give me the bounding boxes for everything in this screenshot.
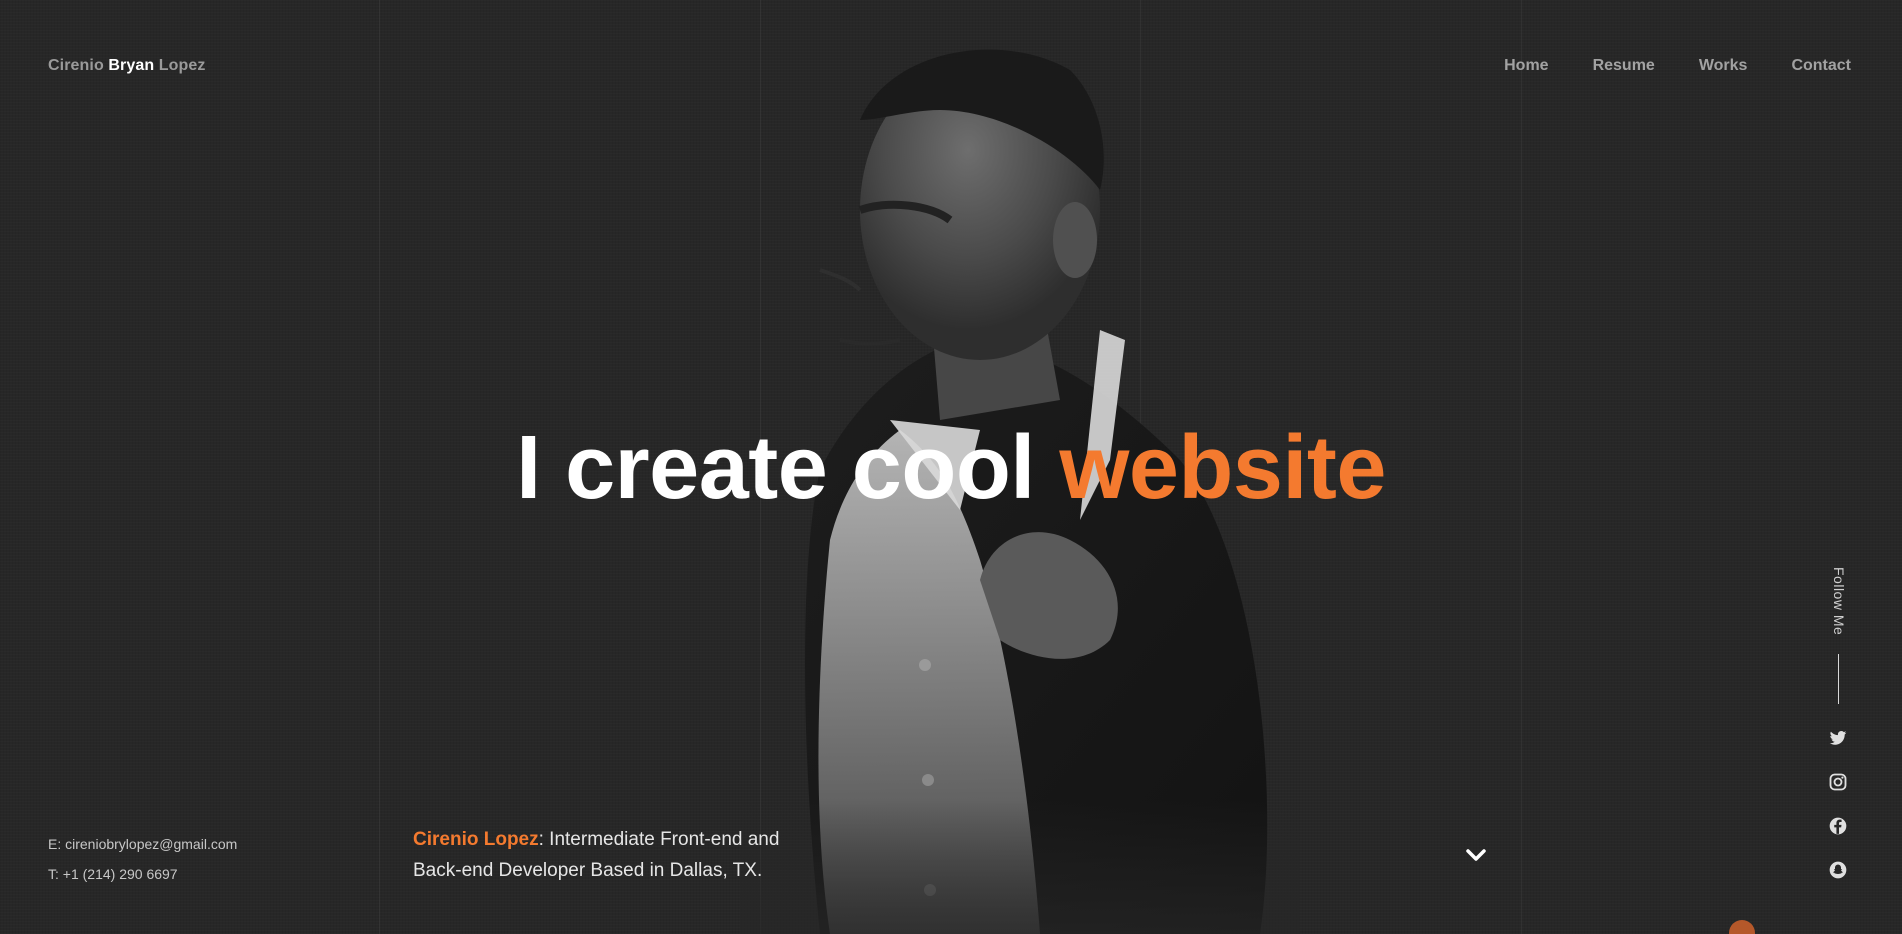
nav-contact-link[interactable]: Contact	[1791, 57, 1851, 75]
hero-accent-word: website	[1059, 418, 1386, 518]
hero-text: I create cool	[516, 418, 1035, 518]
site-logo[interactable]: Cirenio Bryan Lopez	[48, 57, 206, 75]
contact-info: E: cireniobrylopez@gmail.com T: +1 (214)…	[48, 829, 237, 889]
twitter-icon[interactable]	[1828, 728, 1848, 748]
logo-middle-name: Bryan	[108, 57, 155, 74]
follow-me-label: Follow Me	[1831, 567, 1847, 636]
back-to-top-button[interactable]	[1729, 920, 1755, 934]
facebook-icon[interactable]	[1828, 816, 1848, 836]
bio-name: Cirenio Lopez	[413, 829, 539, 850]
nav-resume-link[interactable]: Resume	[1593, 57, 1655, 75]
contact-email[interactable]: E: cireniobrylopez@gmail.com	[48, 829, 237, 859]
nav-home-link[interactable]: Home	[1504, 57, 1548, 75]
logo-last-name: Lopez	[158, 57, 206, 74]
follow-divider	[1838, 654, 1839, 704]
main-nav: Home Resume Works Contact	[1504, 57, 1851, 75]
contact-phone[interactable]: T: +1 (214) 290 6697	[48, 859, 237, 889]
bio-text: Cirenio Lopez: Intermediate Front-end an…	[413, 824, 833, 886]
nav-works-link[interactable]: Works	[1699, 57, 1748, 75]
page: Cirenio Bryan Lopez Home Resume Works Co…	[0, 0, 1902, 934]
hero-heading: I create cool website	[0, 418, 1902, 518]
instagram-icon[interactable]	[1828, 772, 1848, 792]
scroll-down-chevron-icon[interactable]	[1464, 843, 1488, 867]
snapchat-icon[interactable]	[1828, 860, 1848, 880]
logo-first-name: Cirenio	[48, 57, 104, 74]
